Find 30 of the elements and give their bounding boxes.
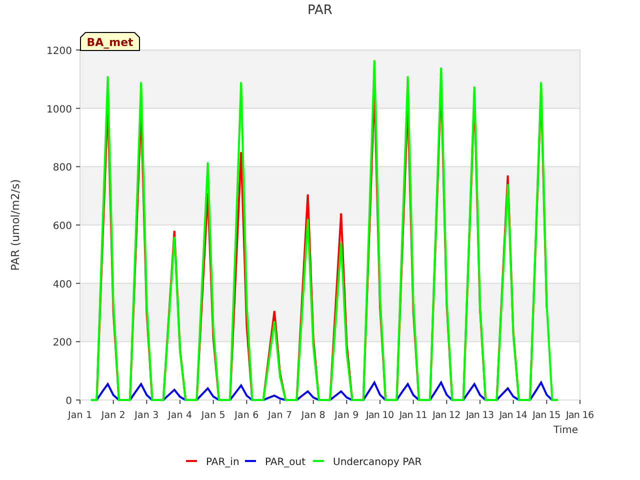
x-tick-label: Jan 11 bbox=[399, 410, 428, 421]
x-tick-label: Jan 2 bbox=[101, 410, 126, 421]
y-tick-label: 400 bbox=[52, 279, 72, 290]
x-tick-label: Jan 3 bbox=[134, 410, 159, 421]
y-tick-label: 200 bbox=[52, 338, 72, 349]
x-tick-label: Jan 9 bbox=[334, 410, 359, 421]
station-badge: BA_met bbox=[80, 32, 140, 51]
legend-label: PAR_in bbox=[206, 457, 240, 468]
chart-title: PAR bbox=[308, 3, 332, 18]
x-tick-label: Jan 6 bbox=[234, 410, 259, 421]
x-tick-label: Jan 14 bbox=[499, 410, 528, 421]
x-tick-label: Jan 10 bbox=[366, 410, 394, 421]
x-tick-label: Jan 15 bbox=[532, 410, 561, 421]
x-tick-label: Jan 5 bbox=[201, 410, 226, 421]
x-tick-label: Jan 12 bbox=[432, 410, 461, 421]
x-tick-label: Jan 16 bbox=[566, 410, 594, 421]
x-axis-label: Time bbox=[554, 425, 578, 436]
legend-label: Undercanopy PAR bbox=[333, 457, 422, 468]
x-tick-label: Jan 1 bbox=[68, 410, 92, 421]
y-tick-label: 800 bbox=[52, 162, 72, 174]
x-tick-label: Jan 4 bbox=[168, 410, 192, 421]
y-tick-label: 0 bbox=[66, 396, 72, 407]
y-axis-label: PAR (umol/m2/s) bbox=[9, 179, 22, 271]
y-tick-label: 1200 bbox=[46, 46, 72, 57]
y-tick-label: 600 bbox=[52, 221, 72, 232]
x-tick-label: Jan 13 bbox=[466, 410, 494, 421]
x-tick-label: Jan 8 bbox=[301, 410, 326, 421]
y-tick-label: 1000 bbox=[46, 104, 72, 116]
x-tick-label: Jan 7 bbox=[268, 410, 292, 421]
legend-label: PAR_out bbox=[265, 457, 306, 468]
